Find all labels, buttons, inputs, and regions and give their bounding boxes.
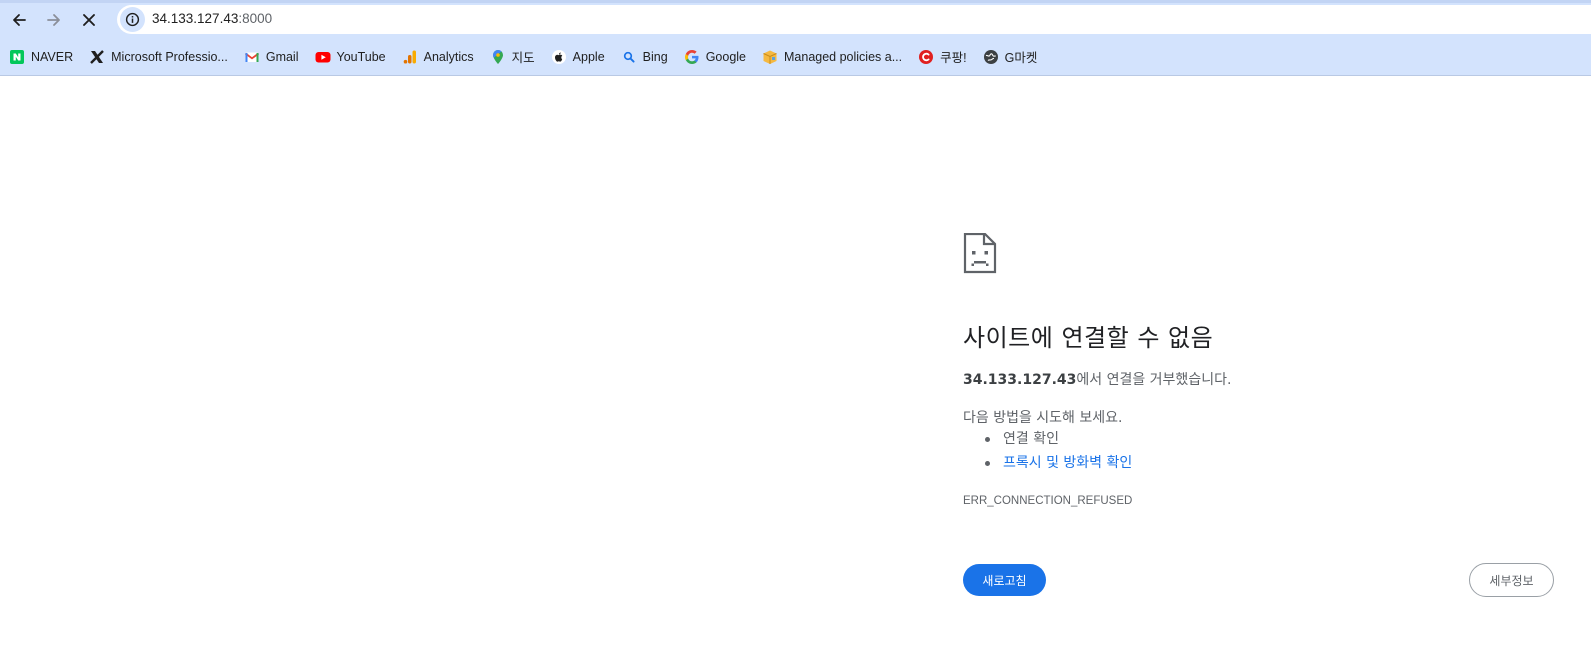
info-icon xyxy=(125,12,140,27)
bookmark-label: 지도 xyxy=(511,51,535,65)
coupang-icon xyxy=(918,49,934,65)
suggestion-label: 연결 확인 xyxy=(1003,431,1059,447)
box-icon xyxy=(762,49,778,65)
suggestions-heading: 다음 방법을 시도해 보세요. xyxy=(963,410,1123,426)
bookmark-label: Apple xyxy=(572,49,605,64)
bookmark-youtube[interactable]: YouTube xyxy=(315,45,386,69)
suggestions-list: 연결 확인 프록시 및 방화벽 확인 xyxy=(985,429,1132,477)
stop-loading-button[interactable] xyxy=(75,6,103,34)
youtube-icon xyxy=(315,49,331,65)
back-button[interactable] xyxy=(5,6,33,34)
bookmark-bing[interactable]: Bing xyxy=(621,45,668,69)
bookmark-label: Gmail xyxy=(265,49,299,64)
google-icon xyxy=(684,49,700,65)
bookmark-managed-policies[interactable]: Managed policies a... xyxy=(762,45,902,69)
bookmark-apple[interactable]: Apple xyxy=(551,45,605,69)
naver-icon xyxy=(9,49,25,65)
reload-button[interactable]: 새로고침 xyxy=(963,564,1046,596)
sad-document-icon xyxy=(963,233,997,274)
address-bar[interactable]: 34.133.127.43:8000 xyxy=(117,5,1591,34)
bookmark-label: Bing xyxy=(642,49,668,64)
bookmark-label: Analytics xyxy=(423,49,474,64)
bookmark-label: Managed policies a... xyxy=(784,49,903,64)
globe-icon xyxy=(983,49,999,65)
bookmark-coupang[interactable]: 쿠팡! xyxy=(918,45,967,69)
bookmark-label: NAVER xyxy=(31,49,74,64)
error-description: 34.133.127.43에서 연결을 거부했습니다. xyxy=(963,369,1231,389)
back-arrow-icon xyxy=(13,14,26,26)
bookmark-gmarket[interactable]: G마켓 xyxy=(983,45,1038,69)
bookmark-analytics[interactable]: Analytics xyxy=(402,45,474,69)
toolbar-top-edge xyxy=(0,0,1591,3)
error-code: ERR_CONNECTION_REFUSED xyxy=(963,495,1133,507)
browser-toolbar: 34.133.127.43:8000 xyxy=(0,0,1591,38)
forward-button[interactable] xyxy=(40,6,68,34)
x-logo-icon xyxy=(89,49,105,65)
forward-arrow-icon xyxy=(47,14,60,26)
bookmark-google[interactable]: Google xyxy=(684,45,746,69)
bookmarks-bar: NAVER Microsoft Professio... Gmail YouTu… xyxy=(0,38,1591,76)
close-icon xyxy=(83,14,95,26)
bookmark-label: 쿠팡! xyxy=(940,51,967,65)
bookmark-label: YouTube xyxy=(336,49,386,64)
bookmark-label: G마켓 xyxy=(1004,51,1038,65)
apple-icon xyxy=(551,49,567,65)
bookmark-microsoft-professional[interactable]: Microsoft Professio... xyxy=(89,45,228,69)
url-text[interactable]: 34.133.127.43:8000 xyxy=(152,11,272,26)
error-title: 사이트에 연결할 수 없음 xyxy=(963,324,1214,352)
url-port: :8000 xyxy=(238,11,273,26)
error-host: 34.133.127.43 xyxy=(963,372,1077,388)
details-button[interactable]: 세부정보 xyxy=(1469,563,1554,597)
gmail-icon xyxy=(244,49,260,65)
bookmark-naver[interactable]: NAVER xyxy=(9,45,73,69)
error-description-text: 에서 연결을 거부했습니다. xyxy=(1076,372,1232,388)
suggestion-check-proxy-firewall: 프록시 및 방화벽 확인 xyxy=(985,453,1132,477)
url-host: 34.133.127.43 xyxy=(152,11,239,26)
bookmark-label: Microsoft Professio... xyxy=(111,49,228,64)
site-info-button[interactable] xyxy=(120,7,145,32)
bookmark-maps[interactable]: 지도 xyxy=(490,45,535,69)
bookmark-label: Google xyxy=(705,49,746,64)
maps-pin-icon xyxy=(490,49,506,65)
suggestion-check-connection: 연결 확인 xyxy=(985,429,1132,453)
analytics-icon xyxy=(402,49,418,65)
search-icon xyxy=(621,49,637,65)
bookmark-gmail[interactable]: Gmail xyxy=(244,45,299,69)
proxy-firewall-link[interactable]: 프록시 및 방화벽 확인 xyxy=(1003,455,1132,471)
